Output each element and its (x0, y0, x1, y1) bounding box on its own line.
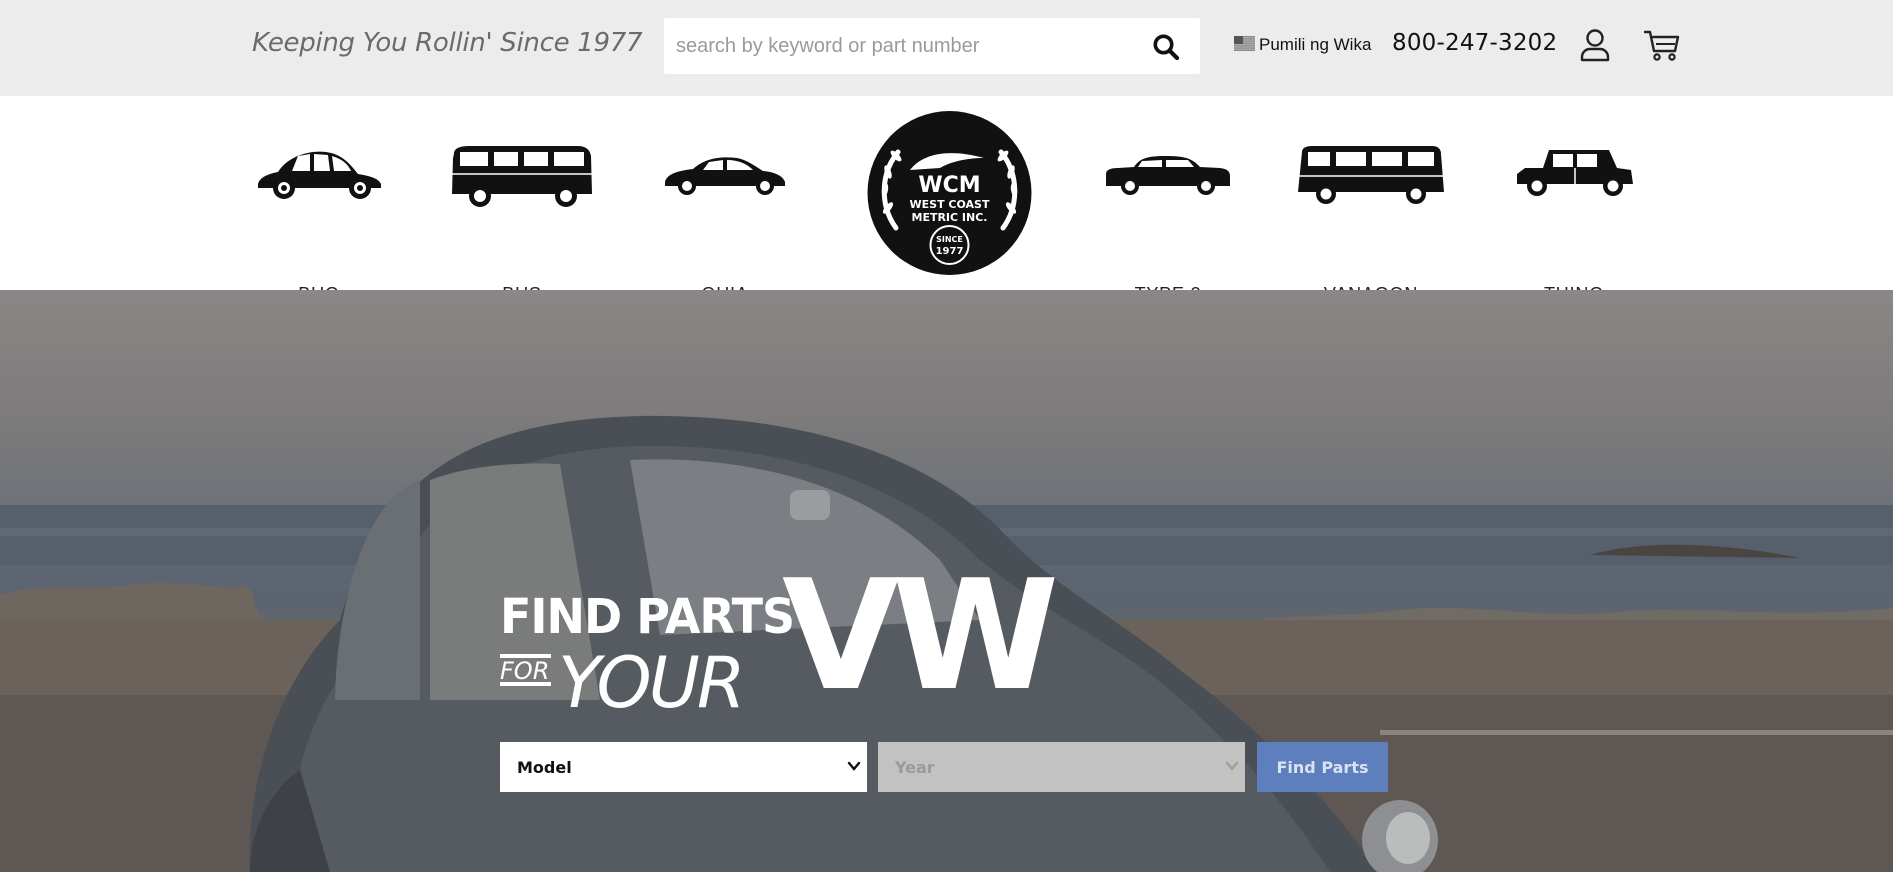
nav-item-ghia[interactable]: GHIA (635, 144, 815, 304)
cart-icon[interactable] (1644, 28, 1680, 62)
wcm-logo[interactable]: WCM WEST COAST METRIC INC. SINCE 1977 (866, 110, 1033, 276)
search-button[interactable] (1144, 30, 1188, 64)
find-parts-button[interactable]: Find Parts (1257, 742, 1388, 792)
bus-car-icon (452, 146, 592, 207)
us-flag-icon[interactable] (1234, 36, 1255, 51)
user-icon[interactable] (1579, 28, 1611, 62)
type3-car-icon (1106, 156, 1230, 195)
logo-wordmark: WCM (918, 173, 980, 198)
year-select[interactable]: Year (878, 742, 1245, 792)
chevron-down-icon (1225, 761, 1239, 771)
nav-item-bug[interactable]: BUG (229, 144, 409, 304)
tagline: Keeping You Rollin' Since 1977 (252, 28, 643, 58)
nav-item-vanagon[interactable]: VANAGON (1281, 144, 1461, 304)
model-select[interactable]: Model (500, 742, 867, 792)
nav-item-type-3[interactable]: TYPE 3 (1078, 144, 1258, 304)
year-select-value: Year (895, 757, 935, 777)
search-icon (1153, 34, 1180, 61)
top-bar: Keeping You Rollin' Since 1977 Pumili ng… (0, 0, 1893, 96)
search-input[interactable] (664, 18, 1124, 74)
nav-item-thing[interactable]: THING (1484, 144, 1664, 304)
bug-car-icon (258, 151, 381, 199)
nav-item-bus[interactable]: BUS (432, 144, 612, 304)
phone-number[interactable]: 800-247-3202 (1392, 30, 1557, 56)
model-nav: BUG BUS GHIA TYPE 3 (0, 96, 1893, 304)
vanagon-car-icon (1298, 146, 1444, 204)
chevron-down-icon (847, 761, 861, 771)
headline-your: YOUR (558, 642, 745, 724)
language-selector[interactable]: Pumili ng Wika (1259, 35, 1371, 55)
headline-for: FOR (500, 654, 552, 686)
thing-car-icon (1517, 150, 1633, 196)
headline-find-parts: FIND PARTS (500, 588, 795, 645)
logo-line1: WEST COAST (910, 198, 990, 211)
logo-since: SINCE (936, 235, 963, 244)
search-box (664, 18, 1200, 74)
headline-vw: VW (782, 547, 1059, 724)
model-select-value: Model (517, 757, 572, 777)
hero-headline: FIND PARTS FOR YOUR VW (500, 560, 1100, 724)
ghia-car-icon (665, 157, 785, 195)
logo-year: 1977 (936, 246, 964, 257)
logo-line2: METRIC INC. (912, 211, 988, 224)
